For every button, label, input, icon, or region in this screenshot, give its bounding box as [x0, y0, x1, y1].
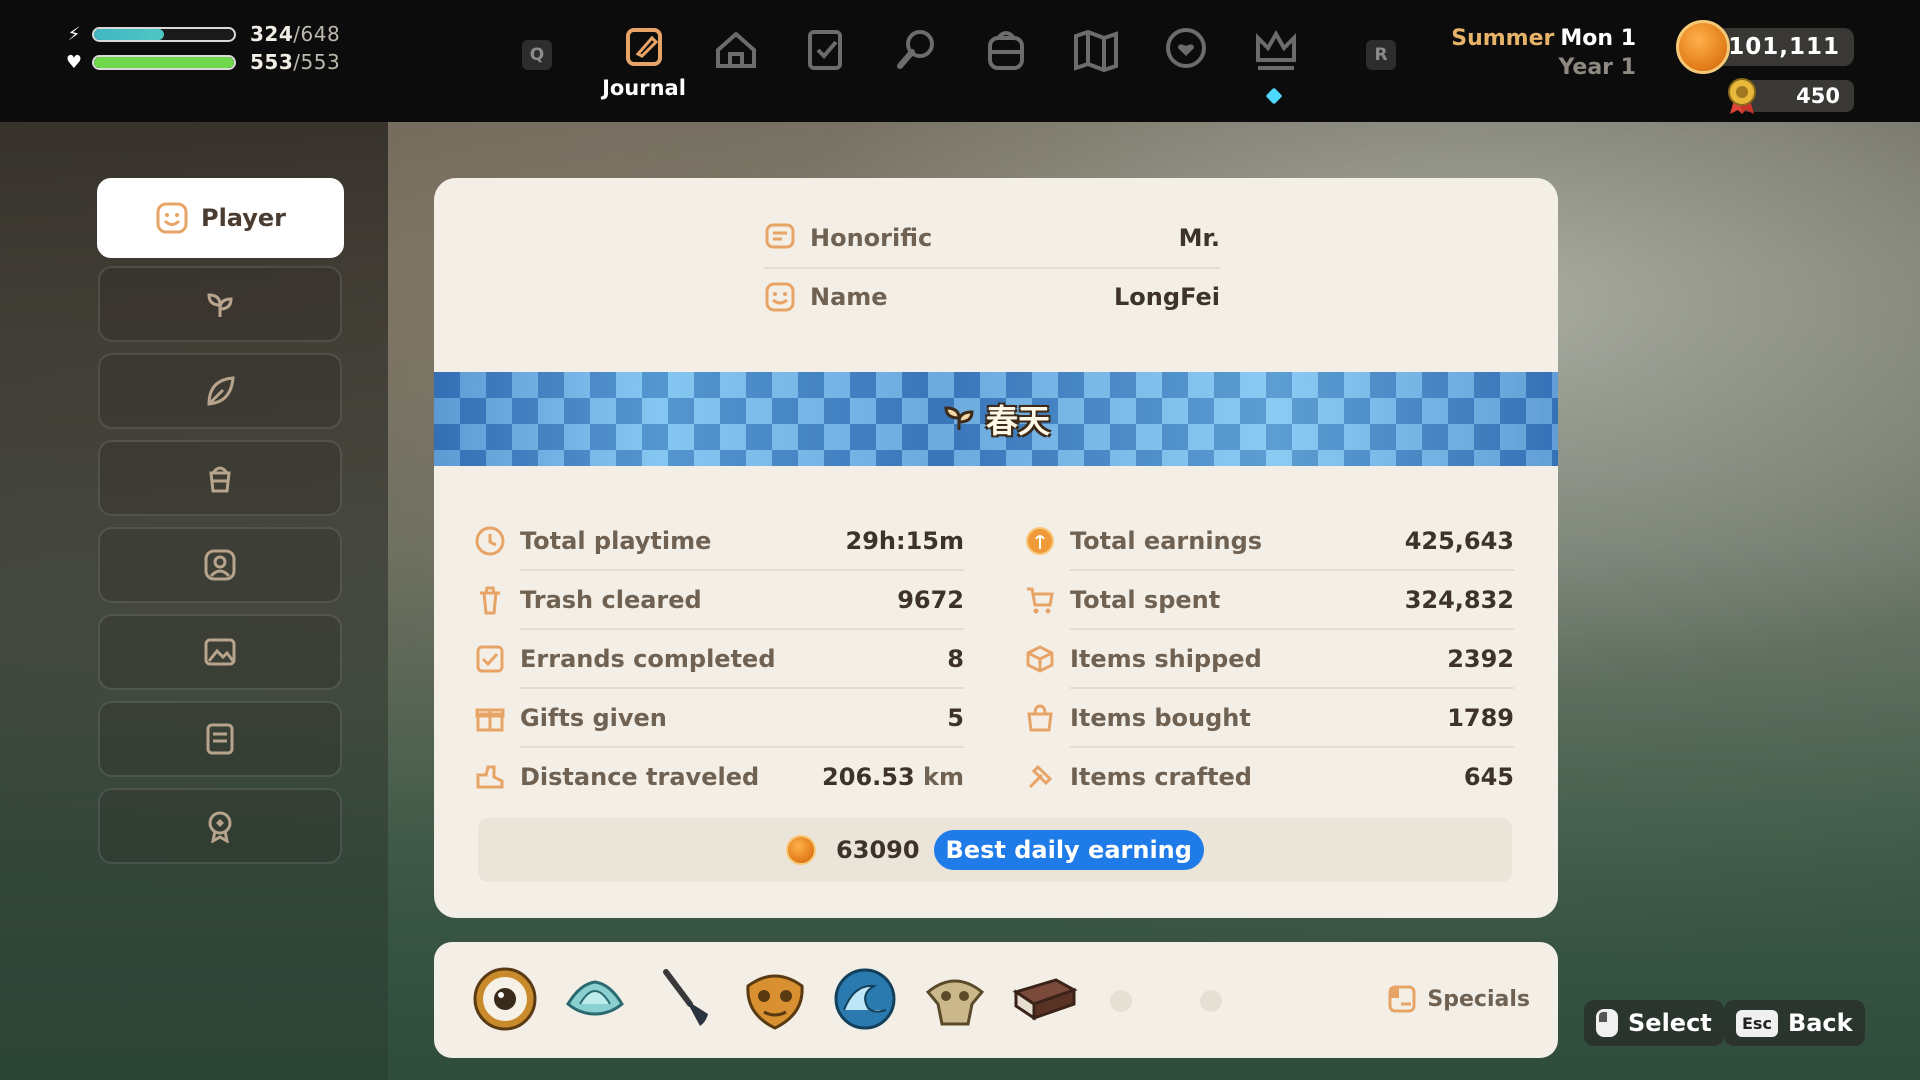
name-row[interactable]: Name LongFei: [764, 268, 1220, 326]
smiley-icon: [156, 202, 188, 234]
specials-icon: [1388, 985, 1416, 1013]
stat-distance-traveled: Distance traveled 206.53 km: [474, 748, 964, 806]
stat-items-bought: Items bought 1789: [1024, 689, 1514, 747]
map-icon[interactable]: [1068, 22, 1124, 78]
sidebar-item-picture[interactable]: [98, 614, 342, 690]
speech-bubble-icon: [765, 223, 795, 249]
health-value: 553/553: [250, 50, 341, 74]
list-icon: [206, 723, 234, 755]
top-bar: ⚡ 324/648 ♥ 553/553 Q Journal R Summer Mo…: [0, 0, 1920, 122]
cart-icon: [1027, 587, 1054, 614]
smiley-icon: [765, 282, 795, 312]
sidebar-item-leaf[interactable]: [98, 353, 342, 429]
mouse-icon: [1596, 1009, 1618, 1037]
specials-bar: Specials: [434, 942, 1558, 1058]
portrait-icon: [204, 549, 236, 581]
select-hint[interactable]: Select: [1584, 1000, 1724, 1046]
coin-icon: [1026, 527, 1054, 555]
back-hint[interactable]: Esc Back: [1724, 1000, 1865, 1046]
sidebar-item-label: Player: [200, 204, 287, 232]
sidebar-item-pot[interactable]: [98, 440, 342, 516]
stat-items-crafted: Items crafted 645: [1024, 748, 1514, 806]
prev-tab-key[interactable]: Q: [522, 40, 552, 70]
empty-slot: [1200, 990, 1222, 1012]
stat-trash-cleared: Trash cleared 9672: [474, 571, 964, 629]
energy-stat: ⚡ 324/648: [64, 22, 340, 46]
sidebar-item-player[interactable]: Player: [97, 178, 344, 258]
gols-coin-icon: [1676, 20, 1730, 74]
banner-title: 春天: [434, 396, 1558, 442]
eye-orb-icon[interactable]: [470, 964, 540, 1034]
gift-icon: [475, 708, 505, 732]
errand-icon: [476, 645, 504, 673]
medal-icon: [1722, 76, 1762, 116]
year-label: Year 1: [1558, 55, 1637, 80]
clipboard-icon[interactable]: [798, 22, 854, 78]
brush-icon[interactable]: [650, 964, 720, 1034]
sidebar-item-sprout[interactable]: [98, 266, 342, 342]
best-daily-badge: Best daily earning: [933, 830, 1204, 870]
nav-active-label: Journal: [602, 76, 686, 100]
stat-gifts-given: Gifts given 5: [474, 689, 964, 747]
pot-icon: [209, 466, 231, 493]
esc-key: Esc: [1736, 1009, 1778, 1037]
season-banner: 春天: [434, 372, 1558, 466]
golden-mask-icon[interactable]: [740, 964, 810, 1034]
notification-diamond: [1265, 87, 1283, 105]
name-value: LongFei: [1114, 283, 1220, 311]
hammer-icon: [1028, 764, 1053, 789]
bone-mask-icon[interactable]: [920, 964, 990, 1034]
empty-slot: [1110, 990, 1132, 1012]
player-card: Honorific Mr. Name LongFei 春天 Total play…: [434, 178, 1558, 918]
sprout-icon: [207, 293, 233, 317]
best-daily-earning: 63090 Best daily earning: [478, 818, 1512, 882]
clock-icon: [475, 526, 505, 556]
specials-label[interactable]: Specials: [1387, 984, 1530, 1014]
wave-icon[interactable]: [830, 964, 900, 1034]
leaf-icon: [207, 376, 235, 406]
stat-total-spent: Total spent 324,832: [1024, 571, 1514, 629]
stat-errands-completed: Errands completed 8: [474, 630, 964, 688]
sidebar-item-badge[interactable]: [98, 788, 342, 864]
crown-icon[interactable]: [1248, 22, 1304, 78]
wrench-icon[interactable]: [888, 22, 944, 78]
sprout-icon: [942, 402, 976, 440]
health-bar: [92, 54, 236, 70]
health-bar-fill: [94, 56, 234, 68]
stat-items-shipped: Items shipped 2392: [1024, 630, 1514, 688]
shoe-icon: [476, 765, 504, 789]
lotus-icon[interactable]: [560, 964, 630, 1034]
stat-total-earnings: Total earnings 425,643: [1024, 512, 1514, 570]
sidebar-item-list[interactable]: [98, 701, 342, 777]
energy-bar-fill: [94, 28, 164, 40]
heart-bubble-icon[interactable]: [1158, 22, 1214, 78]
backpack-icon[interactable]: [978, 22, 1034, 78]
lightning-icon: ⚡: [67, 23, 81, 45]
best-daily-amount: 63090: [836, 836, 920, 864]
bag-icon: [1027, 704, 1053, 732]
season-label: Summer: [1451, 26, 1555, 51]
journal-icon[interactable]: [616, 22, 672, 78]
stat-total-playtime: Total playtime 29h:15m: [474, 512, 964, 570]
box-icon: [1026, 645, 1054, 673]
honorific-value: Mr.: [1178, 224, 1220, 252]
badge-icon: [208, 811, 232, 843]
energy-value: 324/648: [250, 22, 341, 46]
heart-icon: ♥: [65, 51, 83, 73]
day-label: Mon 1: [1560, 26, 1636, 51]
sidebar-item-portrait[interactable]: [98, 527, 342, 603]
honorific-row[interactable]: Honorific Mr.: [764, 209, 1220, 267]
calendar-date: Summer Mon 1 Year 1: [1451, 26, 1636, 80]
trash-icon: [480, 586, 500, 615]
honorific-label: Honorific: [810, 224, 933, 252]
next-tab-key[interactable]: R: [1366, 40, 1396, 70]
coin-icon: [786, 835, 817, 865]
energy-bar: [92, 26, 236, 42]
name-label: Name: [810, 283, 888, 311]
book-icon[interactable]: [1010, 964, 1080, 1034]
house-icon[interactable]: [708, 22, 764, 78]
picture-icon: [204, 638, 236, 666]
health-stat: ♥ 553/553: [64, 50, 340, 74]
